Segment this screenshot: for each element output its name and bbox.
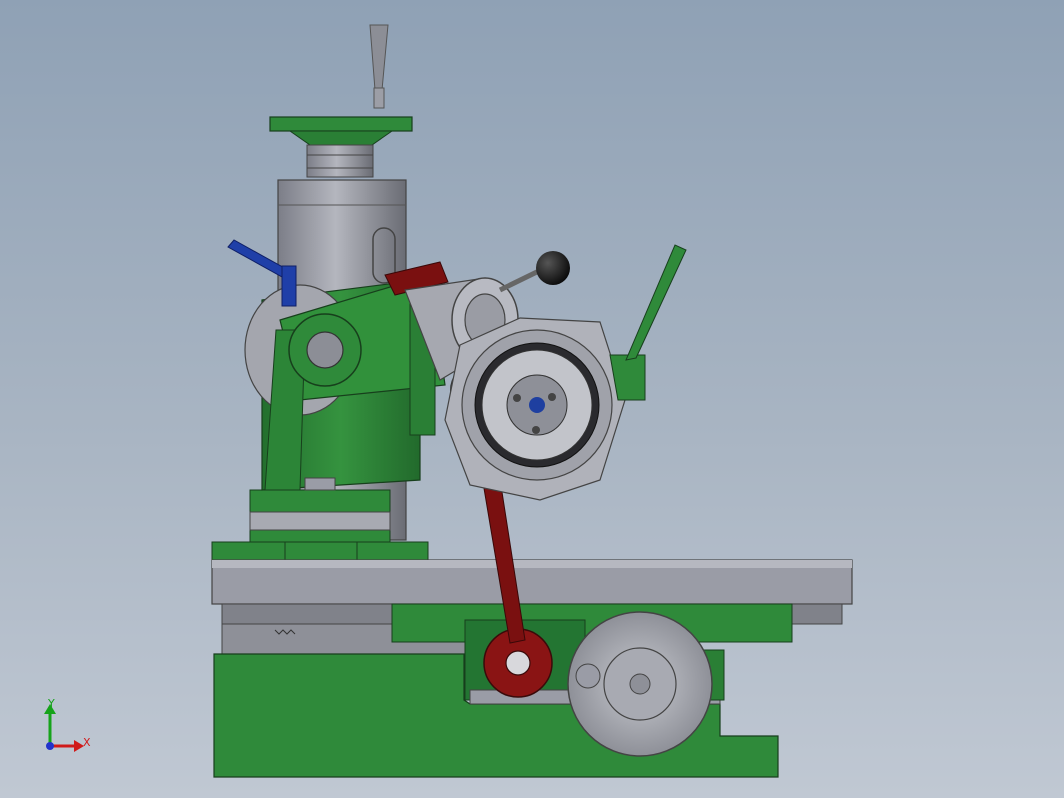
grinding-wheel [444, 317, 646, 501]
z-axis-dot [46, 742, 54, 750]
green-lever [625, 244, 687, 361]
3d-viewport[interactable]: Y X [0, 0, 1064, 798]
top-feed-lever [369, 24, 389, 109]
x-axis-label: X [83, 736, 91, 749]
grinder-model [211, 24, 853, 778]
coordinate-triad: Y X [30, 690, 110, 760]
top-plate [269, 116, 413, 178]
traverse-handwheel [567, 611, 713, 757]
triad-axes [44, 704, 84, 752]
y-axis-label: Y [48, 697, 55, 710]
